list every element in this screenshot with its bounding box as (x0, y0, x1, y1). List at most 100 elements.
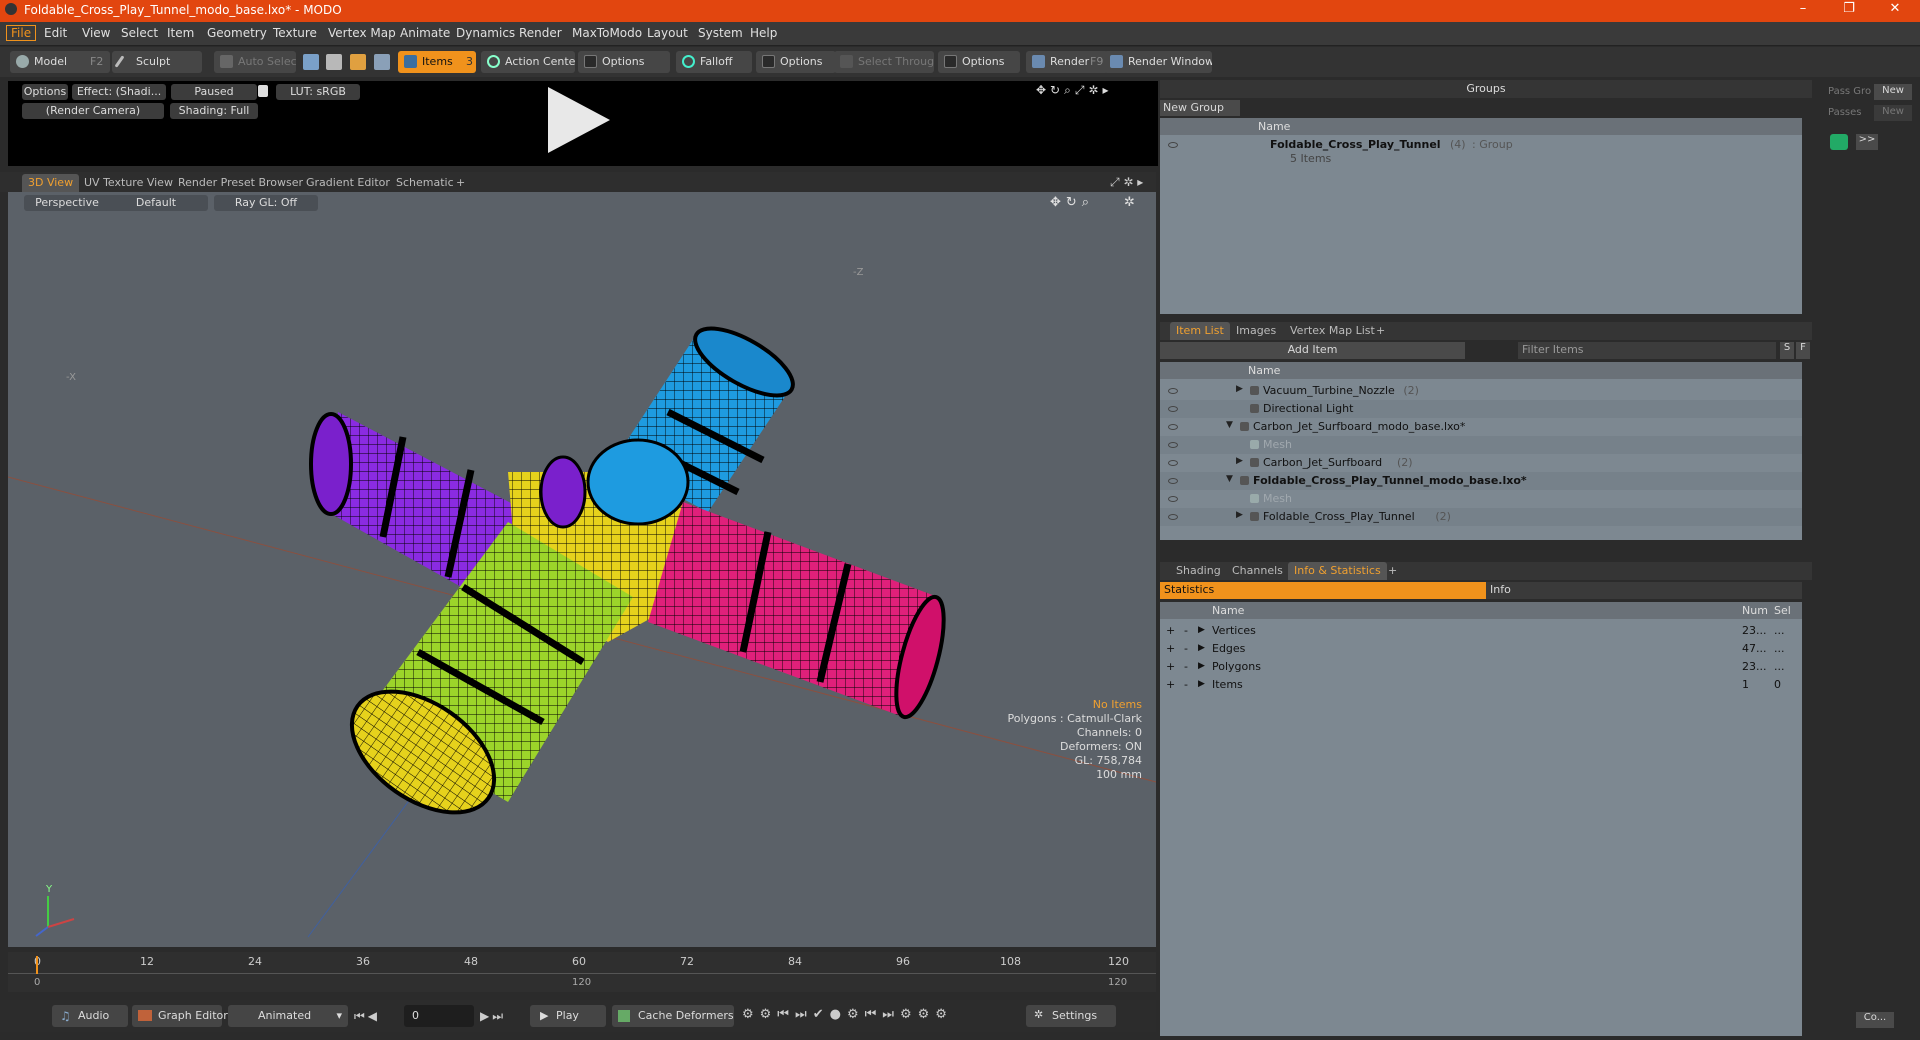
audio-button[interactable]: ♫ Audio (52, 1005, 128, 1027)
table-row[interactable]: + - ▶ Edges 47...... (1160, 640, 1802, 658)
expand-arrow-icon[interactable]: ▼ (1226, 420, 1233, 430)
expand-plus-icon[interactable]: + (1166, 642, 1175, 655)
refresh-icon[interactable] (1830, 134, 1848, 150)
list-item[interactable]: ▼ Carbon_Jet_Surfboard_modo_base.lxo* (1160, 418, 1802, 436)
play-button[interactable]: ▶ Play (530, 1005, 606, 1027)
search-toggle-button[interactable]: S (1780, 342, 1794, 359)
tab-channels[interactable]: Channels (1226, 562, 1289, 580)
expand-arrow-icon[interactable]: ▼ (1226, 474, 1233, 484)
expand-arrow-icon[interactable]: ▶ (1198, 679, 1205, 689)
list-item[interactable]: Mesh (1160, 490, 1802, 508)
sculpt-mode-button[interactable]: Sculpt (112, 51, 202, 73)
tab-gradient-editor[interactable]: Gradient Editor (300, 174, 396, 192)
collapse-minus-icon[interactable]: - (1184, 660, 1188, 673)
3d-viewport[interactable]: Perspective Default Ray GL: Off ✥↻⌕ ✲ -Z… (8, 192, 1156, 947)
action-center-options-button[interactable]: Options (578, 51, 670, 73)
list-item[interactable]: ▶ Carbon_Jet_Surfboard (2) (1160, 454, 1802, 472)
add-tab-button[interactable]: + (1370, 322, 1391, 340)
close-button[interactable]: ✕ (1872, 1, 1918, 21)
menu-maxtomodo[interactable]: MaxToModo (572, 26, 642, 40)
new-pass-button[interactable]: New (1874, 105, 1912, 121)
model-mode-button[interactable]: Model F2 (10, 51, 110, 73)
menu-item[interactable]: Item (167, 26, 194, 40)
menu-view[interactable]: View (82, 26, 110, 40)
falloff-button[interactable]: Falloff (676, 51, 752, 73)
table-row[interactable]: + - ▶ Vertices 23...... (1160, 622, 1802, 640)
graph-editor-button[interactable]: Graph Editor (132, 1005, 228, 1027)
table-row[interactable]: + - ▶ Items 1 0 (1160, 676, 1802, 694)
menu-edit[interactable]: Edit (44, 26, 67, 40)
animated-dropdown[interactable]: Animated ▾ (228, 1005, 348, 1027)
add-tab-button[interactable]: + (450, 174, 471, 192)
transport-forward-icons[interactable]: ▶⏭ (480, 1009, 506, 1024)
items-mode-button[interactable]: Items 3 (398, 51, 476, 73)
eye-icon[interactable] (1168, 388, 1178, 394)
shading-dropdown[interactable]: Shading: Full (170, 103, 258, 119)
materials-select-icon[interactable] (374, 54, 390, 70)
select-through-button[interactable]: Select Through (834, 51, 934, 73)
menu-animate[interactable]: Animate (400, 26, 450, 40)
key-tools-icons[interactable]: ⚙⚙⏮⏭✔●⚙⏮⏭⚙⚙⚙ (742, 1007, 953, 1022)
expand-arrow-icon[interactable]: ▶ (1236, 384, 1243, 394)
expand-arrow-icon[interactable]: ▶ (1198, 661, 1205, 671)
render-window-button[interactable]: Render Window (1104, 51, 1212, 73)
eye-icon[interactable] (1168, 478, 1178, 484)
menu-dynamics[interactable]: Dynamics (456, 26, 515, 40)
select-through-options-button[interactable]: Options (938, 51, 1020, 73)
tab-render-preset-browser[interactable]: Render Preset Browser (172, 174, 309, 192)
expand-plus-icon[interactable]: + (1166, 678, 1175, 691)
expand-arrow-icon[interactable]: ▶ (1198, 643, 1205, 653)
menu-geometry[interactable]: Geometry (207, 26, 267, 40)
tab-vertex-map-list[interactable]: Vertex Map List (1284, 322, 1381, 340)
eye-icon[interactable] (1168, 424, 1178, 430)
info-tab[interactable]: Info (1486, 582, 1802, 599)
tab-shading[interactable]: Shading (1170, 562, 1227, 580)
render-button[interactable]: Render F9 (1026, 51, 1108, 73)
menu-system[interactable]: System (698, 26, 743, 40)
expand-arrow-icon[interactable]: ▶ (1198, 625, 1205, 635)
list-item[interactable]: Mesh (1160, 436, 1802, 454)
menu-layout[interactable]: Layout (647, 26, 688, 40)
render-camera-dropdown[interactable]: (Render Camera) (22, 103, 164, 119)
eye-icon[interactable] (1168, 406, 1178, 412)
menu-help[interactable]: Help (750, 26, 777, 40)
falloff-options-button[interactable]: Options (756, 51, 836, 73)
settings-button[interactable]: ✲ Settings (1026, 1005, 1116, 1027)
list-item[interactable]: ▶ Vacuum_Turbine_Nozzle (2) (1160, 382, 1802, 400)
polygons-select-icon[interactable] (350, 54, 366, 70)
expand-arrow-icon[interactable]: ▶ (1236, 510, 1243, 520)
auto-select-button[interactable]: Auto Select (214, 51, 296, 73)
timeline-ruler[interactable]: 0 12 24 36 48 60 72 84 96 108 120 0 120 … (8, 952, 1156, 992)
expand-arrow-icon[interactable]: ▶ (1236, 456, 1243, 466)
add-item-button[interactable]: Add Item (1160, 342, 1465, 359)
menu-select[interactable]: Select (121, 26, 158, 40)
viewport-expand-icons[interactable]: ⤢ ✲ ▸ (1110, 175, 1143, 190)
co-button[interactable]: Co... (1856, 1012, 1894, 1028)
table-row[interactable]: + - ▶ Polygons 23...... (1160, 658, 1802, 676)
list-item[interactable]: Directional Light (1160, 400, 1802, 418)
list-item[interactable]: ▶ Foldable_Cross_Play_Tunnel (2) (1160, 508, 1802, 526)
tab-info-statistics[interactable]: Info & Statistics (1288, 562, 1387, 580)
eye-icon[interactable] (1168, 514, 1178, 520)
action-center-button[interactable]: Action Center (481, 51, 575, 73)
transport-back-icons[interactable]: ⏮◀ (354, 1009, 380, 1024)
preview-options-button[interactable]: Options (22, 84, 68, 100)
effect-dropdown[interactable]: Effect: (Shadi... (72, 84, 166, 100)
vertices-select-icon[interactable] (303, 54, 319, 70)
new-group-button[interactable]: New Group (1160, 100, 1240, 116)
preview-nav-icons[interactable]: ✥↻⌕⤢✲▸ (1036, 83, 1113, 98)
group-name[interactable]: Foldable_Cross_Play_Tunnel (1270, 138, 1441, 151)
tab-uv-texture-view[interactable]: UV Texture View (78, 174, 179, 192)
menu-render[interactable]: Render (519, 26, 562, 40)
add-tab-button[interactable]: + (1382, 562, 1403, 580)
tab-images[interactable]: Images (1230, 322, 1282, 340)
new-pass-group-button[interactable]: New (1874, 84, 1912, 100)
tab-item-list[interactable]: Item List (1170, 322, 1230, 340)
edges-select-icon[interactable] (326, 54, 342, 70)
minimize-button[interactable]: – (1780, 1, 1826, 21)
eye-icon[interactable] (1168, 496, 1178, 502)
eye-icon[interactable] (1168, 142, 1178, 148)
expand-button[interactable]: >> (1856, 134, 1878, 150)
playhead[interactable] (36, 956, 38, 974)
expand-plus-icon[interactable]: + (1166, 660, 1175, 673)
